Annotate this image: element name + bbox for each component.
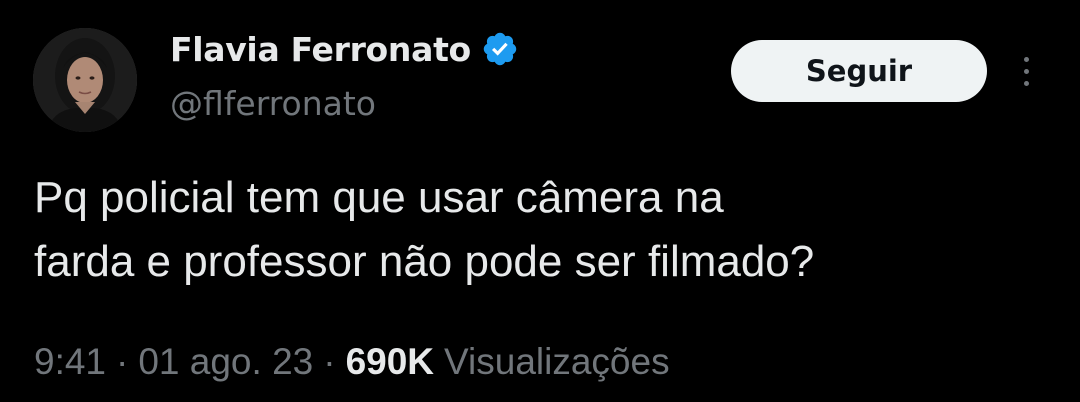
views-label: Visualizações (444, 341, 670, 382)
meta-separator: · (323, 341, 336, 382)
author-handle[interactable]: @flferronato (170, 84, 376, 123)
more-vertical-icon-dot (1023, 80, 1029, 86)
meta-separator: · (116, 341, 129, 382)
more-vertical-icon-dot (1023, 68, 1029, 74)
follow-button[interactable]: Seguir (731, 40, 987, 102)
tweet-text-line: farda e professor não pode ser filmado? (34, 237, 815, 286)
tweet-meta: 9:41 · 01 ago. 23 · 690K Visualizações (34, 338, 670, 386)
verified-badge-icon[interactable] (481, 30, 519, 68)
avatar[interactable] (33, 28, 137, 132)
tweet-time[interactable]: 9:41 (34, 341, 106, 383)
avatar-photo (33, 28, 137, 132)
tweet-card: Flavia Ferronato @flferronato Seguir Pq … (0, 0, 1080, 402)
author-name-row: Flavia Ferronato (170, 26, 519, 72)
views-count[interactable]: 690K (346, 341, 434, 383)
author-display-name[interactable]: Flavia Ferronato (170, 30, 471, 69)
more-options-button[interactable] (1008, 50, 1044, 92)
tweet-text-line: Pq policial tem que usar câmera na (34, 173, 724, 222)
more-vertical-icon (1023, 56, 1029, 62)
tweet-date[interactable]: 01 ago. 23 (138, 341, 313, 383)
tweet-text: Pq policial tem que usar câmera na farda… (34, 166, 1044, 294)
